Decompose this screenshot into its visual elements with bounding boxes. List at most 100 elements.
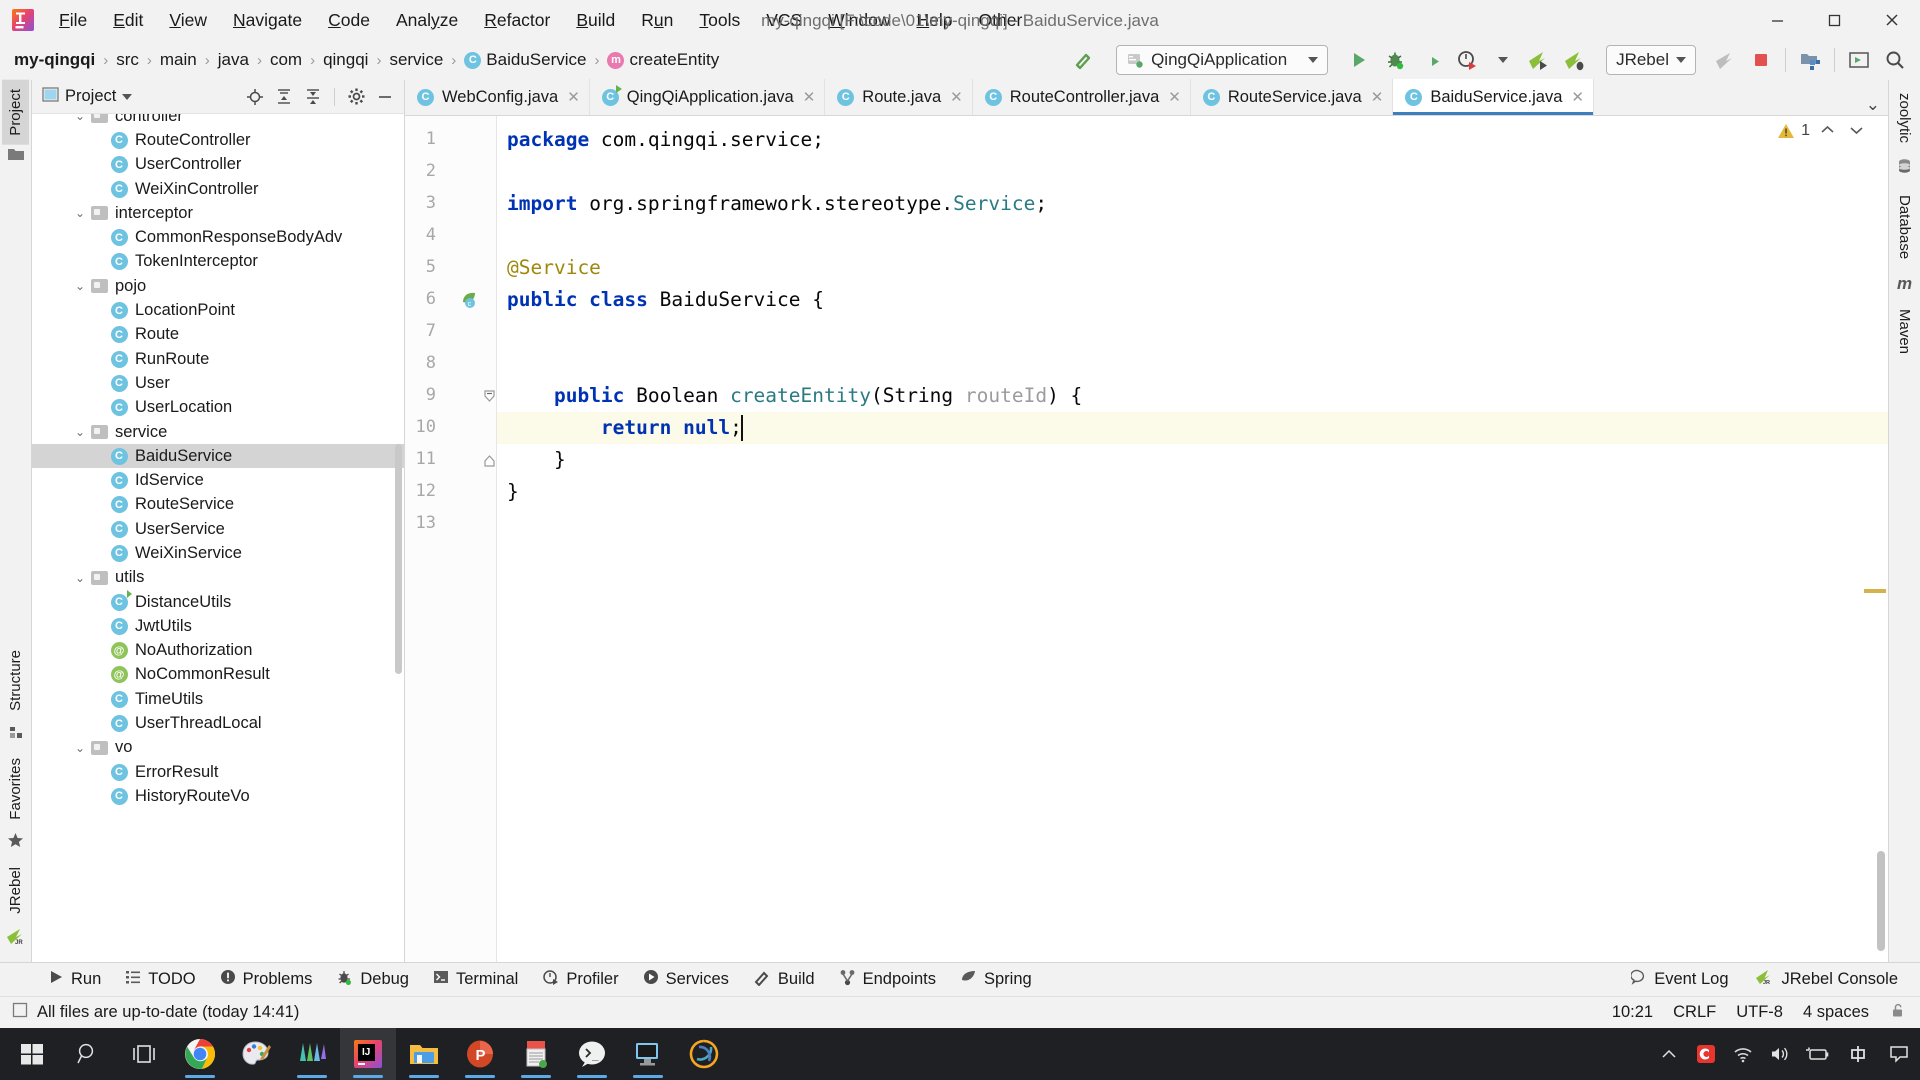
menu-item-file[interactable]: File [46,6,100,35]
strip-tab-maven[interactable]: Maven [1891,300,1918,363]
tool-window-run[interactable]: Run [38,966,111,993]
breadcrumb-item-qingqi[interactable]: qingqi [321,48,370,72]
jrebel-selector[interactable]: JRebel [1606,45,1696,75]
editor-gutter[interactable]: 1 2 3 4 5 6 7 8 9 10 11 12 13 c [405,116,497,962]
tool-window-todo[interactable]: TODO [115,966,205,993]
editor-tab-qingqiapplication[interactable]: C QingQiApplication.java ✕ [590,79,826,115]
webstorm-icon[interactable] [284,1028,340,1080]
tree-file-Route[interactable]: C Route [32,323,404,347]
tree-file-JwtUtils[interactable]: C JwtUtils [32,614,404,638]
tree-folder-utils[interactable]: ⌄ utils [32,566,404,590]
strip-tab-jrebel[interactable]: JRebel [2,858,29,923]
breadcrumb-item-my-qingqi[interactable]: my-qingqi [12,48,97,72]
menu-item-window[interactable]: Window [815,6,903,35]
task-view-icon[interactable] [116,1028,172,1080]
tree-file-WeiXinService[interactable]: C WeiXinService [32,541,404,565]
close-button[interactable] [1863,0,1920,40]
paint-icon[interactable] [228,1028,284,1080]
strip-tab-favorites[interactable]: Favorites [2,749,29,829]
expand-arrow-icon[interactable]: ⌄ [72,114,88,123]
strip-tab-database[interactable]: Database [1891,186,1918,268]
breadcrumb-item-src[interactable]: src [114,48,141,72]
tool-window-build[interactable]: Build [743,966,825,994]
tree-file-UserController[interactable]: C UserController [32,153,404,177]
tree-file-DistanceUtils[interactable]: C DistanceUtils [32,589,404,614]
chevron-down-icon[interactable] [1308,57,1319,63]
menu-item-build[interactable]: Build [563,6,628,35]
tree-folder-vo[interactable]: ⌄ vo [32,736,404,760]
battery-icon[interactable] [1800,1028,1834,1080]
jrebel-debug-icon[interactable] [1558,44,1592,76]
tree-file-WeiXinController[interactable]: C WeiXinController [32,177,404,201]
maximize-button[interactable] [1806,0,1863,40]
tool-window-problems[interactable]: Problems [210,966,323,993]
tree-file-RouteService[interactable]: C RouteService [32,493,404,517]
search-icon[interactable] [60,1028,116,1080]
strip-tab-structure[interactable]: Structure [2,641,29,720]
collapse-all-icon[interactable] [300,84,326,110]
tree-file-UserService[interactable]: C UserService [32,517,404,541]
breadcrumb-item-baiduservice[interactable]: C BaiduService [462,48,588,72]
menu-item-navigate[interactable]: Navigate [220,6,315,35]
tree-file-ErrorResult[interactable]: C ErrorResult [32,760,404,784]
select-in-icon[interactable] [1842,44,1876,76]
tool-window-jrebel-console[interactable]: JR JRebel Console [1745,966,1908,993]
editor-scrollbar[interactable] [1877,851,1885,951]
prev-problem-icon[interactable] [1816,123,1839,140]
file-encoding[interactable]: UTF-8 [1736,1003,1783,1022]
jrebel-run-icon[interactable] [1522,44,1556,76]
next-problem-icon[interactable] [1845,123,1868,140]
breadcrumb-item-java[interactable]: java [216,48,251,72]
editor-tab-route[interactable]: C Route.java ✕ [825,79,973,115]
menu-item-vcs[interactable]: VCS [753,6,815,35]
close-tab-icon[interactable]: ✕ [803,88,816,106]
update-app-icon[interactable] [1708,44,1742,76]
tree-folder-pojo[interactable]: ⌄ pojo [32,274,404,298]
menu-item-code[interactable]: Code [315,6,383,35]
editor-tab-routecontroller[interactable]: C RouteController.java ✕ [973,79,1191,115]
close-tab-icon[interactable]: ✕ [1571,88,1584,106]
hide-panel-icon[interactable] [372,84,398,110]
project-structure-icon[interactable] [1793,44,1827,76]
menu-item-refactor[interactable]: Refactor [471,6,563,35]
warning-stripe-mark[interactable] [1864,589,1886,593]
notifications-icon[interactable] [1882,1028,1916,1080]
strip-tab-project[interactable]: Project [2,80,29,145]
clipboard-icon[interactable] [1689,1028,1723,1080]
intellij-icon[interactable]: IJ [340,1028,396,1080]
expand-arrow-icon[interactable]: ⌄ [72,279,88,293]
tree-folder-interceptor[interactable]: ⌄ interceptor [32,201,404,225]
wifi-icon[interactable] [1726,1028,1760,1080]
expand-arrow-icon[interactable]: ⌄ [72,206,88,220]
strip-tab-zoolytic[interactable]: zoolytic [1891,84,1918,152]
start-button[interactable] [4,1028,60,1080]
tree-file-User[interactable]: C User [32,371,404,395]
breadcrumb-item-createentity[interactable]: m createEntity [605,48,721,72]
search-everywhere-icon[interactable] [1878,44,1912,76]
tree-file-LocationPoint[interactable]: C LocationPoint [32,298,404,322]
tree-folder-service[interactable]: ⌄ service [32,420,404,444]
expand-arrow-icon[interactable]: ⌄ [72,425,88,439]
menu-item-help[interactable]: Help [904,6,966,35]
menu-item-run[interactable]: Run [628,6,686,35]
unlocked-icon[interactable] [1889,1002,1906,1024]
spring-bean-gutter-icon[interactable]: c [459,290,479,315]
run-configuration-selector[interactable]: QingQiApplication [1116,45,1329,75]
project-tree-scrollbar[interactable] [395,444,402,674]
tree-file-RunRoute[interactable]: C RunRoute [32,347,404,371]
tree-file-NoCommonResult[interactable]: @ NoCommonResult [32,663,404,687]
menu-item-tools[interactable]: Tools [686,6,753,35]
run-icon[interactable] [1342,44,1376,76]
tool-window-debug[interactable]: Debug [326,966,419,994]
locate-icon[interactable] [242,84,268,110]
breadcrumb-item-service[interactable]: service [387,48,445,72]
postman-icon[interactable] [676,1028,732,1080]
folder-icon[interactable] [396,1028,452,1080]
menu-item-edit[interactable]: Edit [100,6,156,35]
tool-window-event-log[interactable]: Event Log [1621,966,1738,993]
tool-window-spring[interactable]: Spring [950,966,1042,993]
tree-file-TokenInterceptor[interactable]: C TokenInterceptor [32,250,404,274]
show-hidden-icons[interactable] [1652,1028,1686,1080]
close-tab-icon[interactable]: ✕ [567,88,580,106]
project-tree[interactable]: ⌄ controller C RouteController C UserControll… [32,114,404,962]
